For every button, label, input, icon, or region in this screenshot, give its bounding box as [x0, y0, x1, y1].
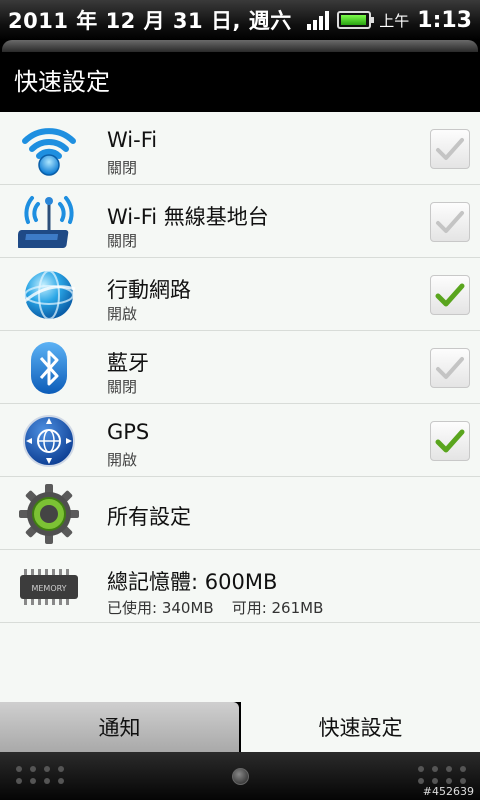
setting-title: Wi-Fi: [107, 128, 158, 152]
setting-title: Wi-Fi 無線基地台: [107, 205, 269, 229]
panel-tabs: 通知 快速設定: [0, 702, 480, 752]
memory-free: 可用: 261MB: [231, 599, 324, 617]
gps-icon: [18, 412, 80, 470]
watermark: #452639: [422, 785, 474, 798]
check-on-icon: [435, 283, 465, 307]
setting-status: 開啟: [107, 305, 138, 323]
setting-row-wifi-hotspot[interactable]: Wi-Fi 無線基地台 關閉: [0, 185, 480, 258]
bluetooth-icon: [18, 339, 80, 397]
setting-row-mobile-network[interactable]: 行動網路 開啟: [0, 258, 480, 331]
bluetooth-checkbox[interactable]: [430, 348, 470, 388]
memory-used: 已使用: 340MB: [107, 599, 214, 617]
setting-status: 開啟: [107, 451, 138, 469]
home-button-icon[interactable]: [232, 768, 249, 785]
setting-title: 藍牙: [107, 351, 149, 375]
setting-row-bluetooth[interactable]: 藍牙 關閉: [0, 331, 480, 404]
mobile-network-checkbox[interactable]: [430, 275, 470, 315]
gear-icon: [18, 484, 80, 544]
status-clock: 1:13: [417, 7, 472, 33]
wifi-hotspot-icon: [18, 193, 80, 251]
bottom-handle-bar: #452639: [0, 752, 480, 800]
memory-chip-label: MEMORY: [31, 584, 66, 593]
status-icons: 上午 1:13: [307, 0, 472, 40]
setting-status: 關閉: [107, 378, 138, 396]
setting-title: GPS: [107, 420, 150, 444]
setting-title: 行動網路: [107, 278, 191, 302]
setting-title: 所有設定: [107, 505, 191, 529]
setting-row-wifi[interactable]: Wi-Fi 關閉: [0, 112, 480, 185]
wifi-checkbox[interactable]: [430, 129, 470, 169]
memory-info-row: MEMORY 總記憶體: 600MB 已使用: 340MB 可用: 261MB: [0, 550, 480, 623]
check-off-icon: [436, 357, 464, 379]
grip-dots-right-icon: [418, 766, 466, 784]
quick-settings-list: Wi-Fi 關閉 Wi-Fi 無線基地台 關閉 行動網路 開啟 藍牙 關閉 GP…: [0, 112, 480, 702]
signal-strength-icon: [307, 10, 330, 30]
memory-total: 總記憶體: 600MB: [107, 570, 278, 594]
tab-notifications[interactable]: 通知: [0, 702, 239, 752]
status-date: 2011 年 12 月 31 日, 週六: [8, 9, 292, 33]
page-title: 快速設定: [14, 68, 110, 96]
memory-chip-icon: MEMORY: [18, 558, 80, 616]
check-on-icon: [435, 429, 465, 453]
status-bar: 2011 年 12 月 31 日, 週六 上午 1:13: [0, 0, 480, 40]
grip-dots-left-icon: [16, 766, 64, 784]
wifi-icon: [18, 120, 80, 178]
gps-checkbox[interactable]: [430, 421, 470, 461]
setting-status: 關閉: [107, 232, 138, 250]
setting-row-all-settings[interactable]: 所有設定: [0, 477, 480, 550]
check-off-icon: [436, 211, 464, 233]
panel-header: 快速設定: [0, 40, 480, 112]
setting-status: 關閉: [107, 159, 138, 177]
tab-quick-settings[interactable]: 快速設定: [241, 702, 480, 752]
mobile-network-globe-icon: [18, 266, 80, 324]
status-ampm: 上午: [379, 11, 410, 30]
memory-usage: 已使用: 340MB 可用: 261MB: [107, 597, 323, 618]
panel-handle[interactable]: [2, 40, 478, 52]
battery-icon: [337, 11, 375, 29]
wifi-hotspot-checkbox[interactable]: [430, 202, 470, 242]
setting-row-gps[interactable]: GPS 開啟: [0, 404, 480, 477]
check-off-icon: [436, 138, 464, 160]
